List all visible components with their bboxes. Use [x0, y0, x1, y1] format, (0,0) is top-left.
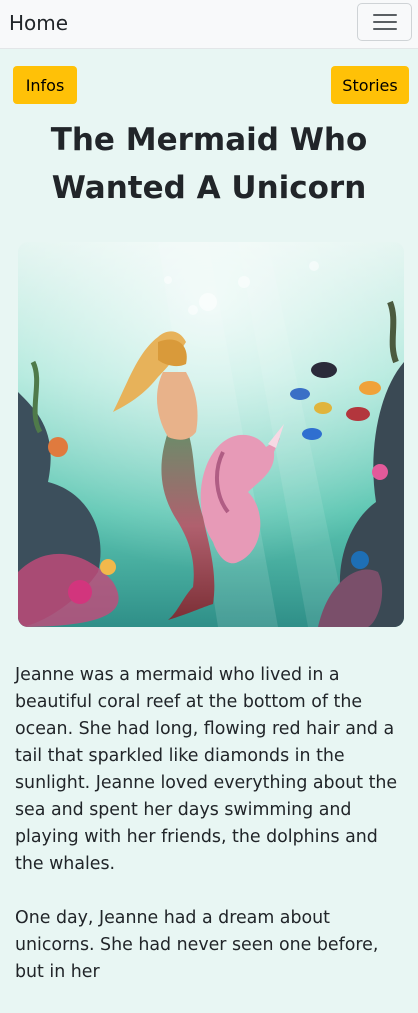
story-title: The Mermaid Who Wanted A Unicorn [10, 116, 408, 212]
story-text: Jeanne was a mermaid who lived in a beau… [15, 662, 411, 1013]
story-illustration [18, 242, 404, 627]
story-title-line-1: The Mermaid Who [50, 122, 368, 158]
story-paragraph: Jeanne was a mermaid who lived in a beau… [15, 665, 398, 874]
navbar-toggle-button[interactable] [357, 3, 412, 41]
story-paragraph: One day, Jeanne had a dream about unicor… [15, 908, 379, 982]
home-link[interactable]: Home [9, 10, 68, 36]
top-navbar: Home [0, 0, 418, 49]
stories-button[interactable]: Stories [331, 66, 409, 104]
story-title-line-2: Wanted A Unicorn [51, 170, 367, 206]
hamburger-menu-icon [372, 14, 397, 30]
infos-button[interactable]: Infos [13, 66, 77, 104]
